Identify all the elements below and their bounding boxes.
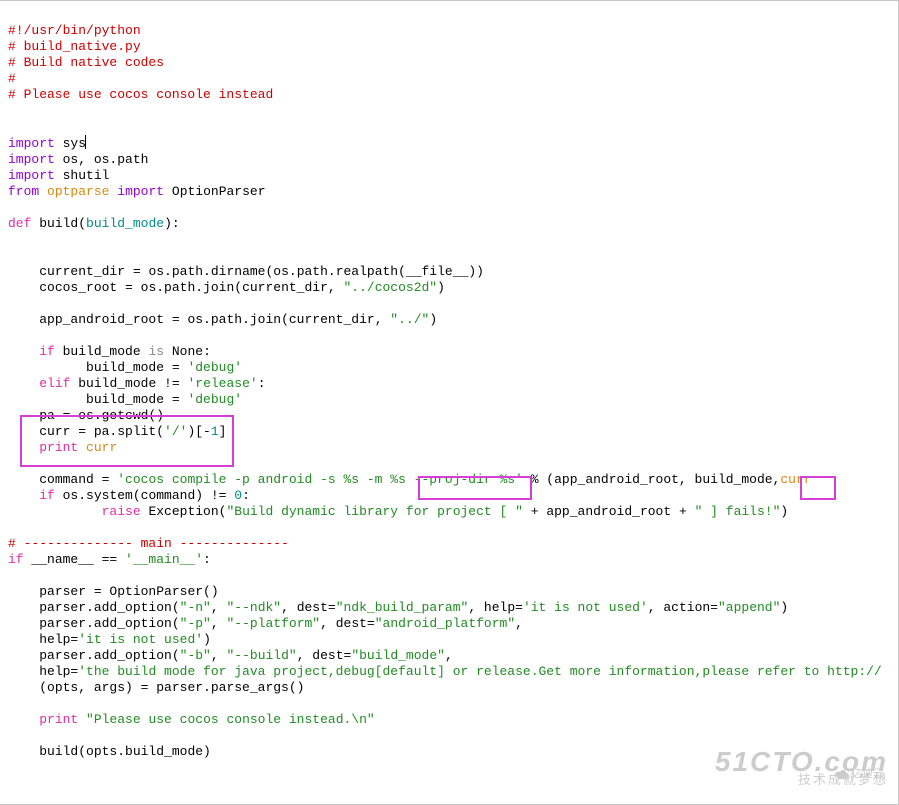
code-line: #!/usr/bin/python <box>8 23 141 38</box>
code-line: parser.add_option("-b", "--build", dest=… <box>8 648 453 663</box>
code-line: build_mode = 'debug' <box>8 360 242 375</box>
code-line: (opts, args) = parser.parse_args() <box>8 680 304 695</box>
code-line: print "Please use cocos console instead.… <box>8 712 375 727</box>
code-line: # Please use cocos console instead <box>8 87 273 102</box>
code-line: command = 'cocos compile -p android -s %… <box>8 472 812 487</box>
code-line: print curr <box>8 440 117 455</box>
code-line: pa = os.getcwd() <box>8 408 164 423</box>
code-line: help='it is not used') <box>8 632 211 647</box>
code-line: build(opts.build_mode) <box>8 744 211 759</box>
code-line: import shutil <box>8 168 109 183</box>
code-line: # build_native.py <box>8 39 141 54</box>
code-line: parser = OptionParser() <box>8 584 219 599</box>
watermark-badge: 亿速云 <box>823 750 884 798</box>
code-line: raise Exception("Build dynamic library f… <box>8 504 788 519</box>
code-line: parser.add_option("-n", "--ndk", dest="n… <box>8 600 788 615</box>
code-line: curr = pa.split('/')[-1] <box>8 424 226 439</box>
code-line: import sys <box>8 136 86 151</box>
code-line: build_mode = 'debug' <box>8 392 242 407</box>
code-line: cocos_root = os.path.join(current_dir, "… <box>8 280 445 295</box>
code-line: if os.system(command) != 0: <box>8 488 250 503</box>
code-editor[interactable]: #!/usr/bin/python # build_native.py # Bu… <box>0 0 899 805</box>
code-line: def build(build_mode): <box>8 216 180 231</box>
code-line: elif build_mode != 'release': <box>8 376 266 391</box>
code-line: help='the build mode for java project,de… <box>8 664 882 679</box>
code-line: if __name__ == '__main__': <box>8 552 211 567</box>
code-line: app_android_root = os.path.join(current_… <box>8 312 437 327</box>
code-line: # Build native codes <box>8 55 164 70</box>
code-line: # -------------- main -------------- <box>8 536 289 551</box>
code-line: current_dir = os.path.dirname(os.path.re… <box>8 264 484 279</box>
code-line: parser.add_option("-p", "--platform", de… <box>8 616 523 631</box>
code-line: if build_mode is None: <box>8 344 211 359</box>
text-caret <box>85 135 86 149</box>
code-line: # <box>8 71 16 86</box>
code-line: import os, os.path <box>8 152 148 167</box>
code-line: from optparse import OptionParser <box>8 184 266 199</box>
cloud-icon <box>835 769 849 779</box>
